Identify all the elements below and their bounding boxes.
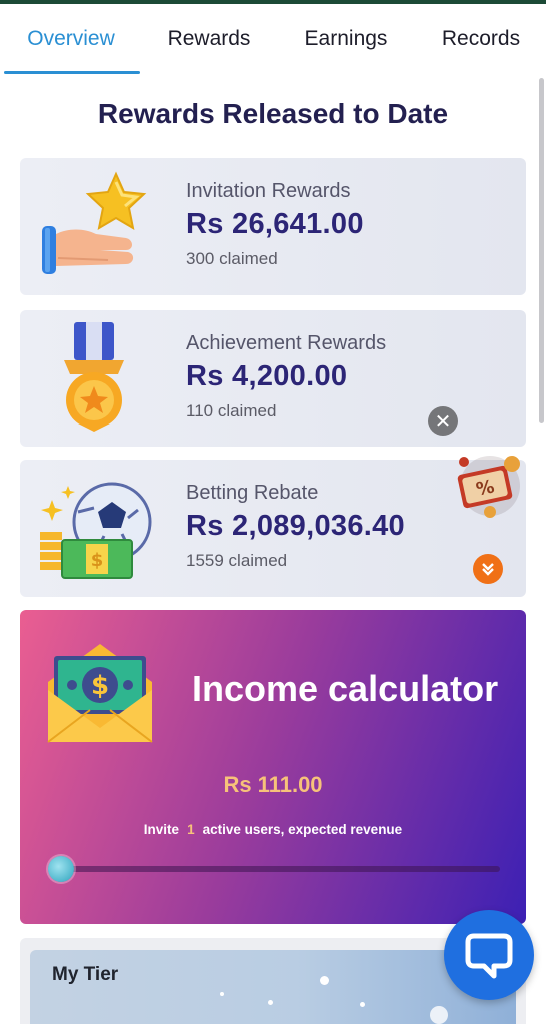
- calculator-description: Invite 1 active users, expected revenue: [20, 822, 526, 837]
- tab-earnings-label: Earnings: [304, 27, 388, 50]
- tab-records[interactable]: Records: [416, 4, 546, 74]
- card-name: Invitation Rewards: [186, 180, 351, 202]
- desc-invite: Invite: [143, 822, 180, 837]
- tab-rewards-label: Rewards: [167, 27, 251, 50]
- tab-records-label: Records: [441, 27, 521, 50]
- sparkle-icon: [268, 1000, 273, 1005]
- sparkle-icon: [360, 1002, 365, 1007]
- card-amount: Rs 4,200.00: [186, 360, 348, 392]
- invite-count: 1: [187, 822, 195, 837]
- card-amount: Rs 26,641.00: [186, 208, 364, 240]
- tab-bar: Overview Rewards Earnings Records: [0, 4, 546, 74]
- invite-slider-track[interactable]: [54, 866, 500, 872]
- tab-earnings[interactable]: Earnings: [276, 4, 416, 74]
- medal-icon: [38, 320, 158, 435]
- close-icon[interactable]: ✕: [428, 406, 458, 436]
- card-claimed: 300 claimed: [186, 249, 278, 268]
- tier-title: My Tier: [52, 964, 119, 985]
- tab-overview-label: Overview: [27, 27, 115, 50]
- sparkle-icon: [430, 1006, 448, 1024]
- card-amount: Rs 2,089,036.40: [186, 510, 405, 542]
- my-tier-banner[interactable]: My Tier: [30, 950, 516, 1024]
- section-title: Rewards Released to Date: [97, 98, 449, 129]
- expected-revenue-amount: Rs 111.00: [223, 772, 323, 797]
- tab-rewards[interactable]: Rewards: [142, 4, 276, 74]
- money-envelope-icon: $: [44, 632, 156, 744]
- svg-text:$: $: [91, 550, 104, 571]
- income-calculator: $ Income calculator Rs 111.00 Invite 1 act…: [20, 610, 526, 924]
- chevron-double-down-icon[interactable]: [473, 554, 503, 584]
- invite-slider-thumb[interactable]: [48, 856, 74, 882]
- desc-rest: active users, expected revenue: [202, 822, 403, 837]
- chat-support-button[interactable]: [444, 910, 534, 1000]
- tab-overview[interactable]: Overview: [0, 4, 142, 74]
- soccer-money-icon: $: [38, 470, 158, 585]
- sparkle-icon: [320, 976, 329, 985]
- card-name: Betting Rebate: [186, 482, 319, 504]
- card-name: Achievement Rewards: [186, 332, 387, 354]
- sparkle-icon: [220, 992, 224, 996]
- hand-star-icon: [38, 168, 158, 283]
- achievement-rewards-card[interactable]: Achievement Rewards Rs 4,200.00 110 clai…: [20, 310, 526, 447]
- card-claimed: 110 claimed: [186, 401, 277, 420]
- promo-gift-icon[interactable]: %: [450, 452, 528, 522]
- overview-content[interactable]: Rewards Released to Date Invitation Rewa…: [0, 74, 546, 1024]
- betting-rebate-card[interactable]: $ Betting Rebate Rs 2,089,036.40 1559 cl…: [20, 456, 526, 597]
- card-claimed: 1559 claimed: [186, 551, 288, 570]
- calculator-title: Income calculator: [192, 668, 499, 709]
- svg-text:$: $: [91, 671, 109, 701]
- invitation-rewards-card[interactable]: Invitation Rewards Rs 26,641.00 300 clai…: [20, 158, 526, 295]
- chat-bubble-icon: [465, 933, 513, 979]
